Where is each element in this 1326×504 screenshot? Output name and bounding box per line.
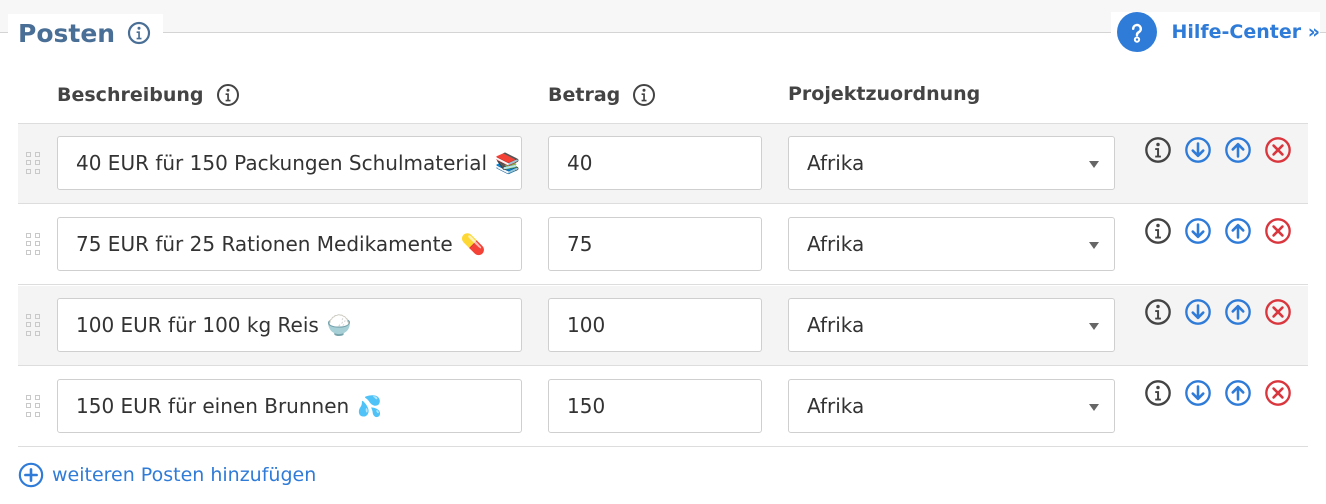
add-item-link[interactable]: weiteren Posten hinzufügen xyxy=(18,462,316,488)
project-value: Afrika xyxy=(807,394,865,418)
description-input[interactable]: 40 EUR für 150 Packungen Schulmaterial 📚 xyxy=(57,136,522,190)
drag-handle-icon[interactable] xyxy=(26,395,42,417)
remove-button[interactable] xyxy=(1264,298,1292,326)
row-actions xyxy=(1144,379,1292,407)
description-value: 100 EUR für 100 kg Reis xyxy=(76,313,319,337)
drag-handle-icon[interactable] xyxy=(26,314,42,336)
plus-circle-icon[interactable] xyxy=(18,462,44,488)
section-legend: Posten xyxy=(8,14,164,52)
info-icon[interactable] xyxy=(1144,136,1172,164)
amount-value: 100 xyxy=(567,313,606,337)
row-actions xyxy=(1144,217,1292,245)
caret-down-icon xyxy=(1089,404,1099,411)
project-select[interactable]: Afrika xyxy=(788,298,1115,352)
info-icon[interactable] xyxy=(1144,298,1172,326)
drag-handle-icon[interactable] xyxy=(26,233,42,255)
amount-value: 40 xyxy=(567,151,593,175)
move-up-button[interactable] xyxy=(1224,136,1252,164)
project-select[interactable]: Afrika xyxy=(788,217,1115,271)
project-value: Afrika xyxy=(807,232,865,256)
remove-button[interactable] xyxy=(1264,136,1292,164)
column-header-amount: Betrag xyxy=(548,83,656,107)
caret-down-icon xyxy=(1089,161,1099,168)
amount-input[interactable]: 75 xyxy=(548,217,762,271)
description-value: 40 EUR für 150 Packungen Schulmaterial xyxy=(76,151,488,175)
caret-down-icon xyxy=(1089,323,1099,330)
amount-input[interactable]: 100 xyxy=(548,298,762,352)
column-header-project-label: Projektzuordnung xyxy=(788,83,981,105)
description-emoji: 💦 xyxy=(357,394,383,418)
amount-input[interactable]: 40 xyxy=(548,136,762,190)
description-input[interactable]: 150 EUR für einen Brunnen 💦 xyxy=(57,379,522,433)
project-value: Afrika xyxy=(807,313,865,337)
description-value: 75 EUR für 25 Rationen Medikamente xyxy=(76,232,453,256)
section-title: Posten xyxy=(18,18,116,48)
move-up-button[interactable] xyxy=(1224,379,1252,407)
amount-value: 150 xyxy=(567,394,606,418)
column-header-amount-label: Betrag xyxy=(548,84,621,106)
description-input[interactable]: 100 EUR für 100 kg Reis 🍚 xyxy=(57,298,522,352)
move-up-button[interactable] xyxy=(1224,298,1252,326)
description-input[interactable]: 75 EUR für 25 Rationen Medikamente 💊 xyxy=(57,217,522,271)
description-value: 150 EUR für einen Brunnen xyxy=(76,394,350,418)
info-icon[interactable] xyxy=(1144,217,1172,245)
move-down-button[interactable] xyxy=(1184,217,1212,245)
amount-value: 75 xyxy=(567,232,593,256)
remove-button[interactable] xyxy=(1264,379,1292,407)
info-icon[interactable] xyxy=(1144,379,1172,407)
move-up-button[interactable] xyxy=(1224,217,1252,245)
table-row: 40 EUR für 150 Packungen Schulmaterial 📚… xyxy=(18,124,1308,204)
move-down-button[interactable] xyxy=(1184,298,1212,326)
info-icon[interactable] xyxy=(216,83,240,107)
table-row: 100 EUR für 100 kg Reis 🍚 100 Afrika xyxy=(18,286,1308,366)
project-select[interactable]: Afrika xyxy=(788,136,1115,190)
move-down-button[interactable] xyxy=(1184,136,1212,164)
table-row: 150 EUR für einen Brunnen 💦 150 Afrika xyxy=(18,367,1308,447)
drag-handle-icon[interactable] xyxy=(26,152,42,174)
amount-input[interactable]: 150 xyxy=(548,379,762,433)
caret-down-icon xyxy=(1089,242,1099,249)
table-row: 75 EUR für 25 Rationen Medikamente 💊 75 … xyxy=(18,205,1308,285)
move-down-button[interactable] xyxy=(1184,379,1212,407)
info-icon[interactable] xyxy=(127,21,151,45)
project-value: Afrika xyxy=(807,151,865,175)
project-select[interactable]: Afrika xyxy=(788,379,1115,433)
remove-button[interactable] xyxy=(1264,217,1292,245)
description-emoji: 💊 xyxy=(460,232,486,256)
help-center-link[interactable]: Hilfe-Center » xyxy=(1171,21,1320,43)
row-actions xyxy=(1144,136,1292,164)
description-emoji: 🍚 xyxy=(326,313,352,337)
add-item-label[interactable]: weiteren Posten hinzufügen xyxy=(52,464,316,486)
column-header-project: Projektzuordnung xyxy=(788,83,980,105)
column-header-description-label: Beschreibung xyxy=(57,84,204,106)
description-emoji: 📚 xyxy=(495,151,520,175)
column-header-description: Beschreibung xyxy=(57,83,240,107)
question-circle-icon[interactable] xyxy=(1117,12,1158,52)
row-actions xyxy=(1144,298,1292,326)
info-icon[interactable] xyxy=(632,83,656,107)
help-center[interactable]: Hilfe-Center » xyxy=(1111,12,1320,52)
